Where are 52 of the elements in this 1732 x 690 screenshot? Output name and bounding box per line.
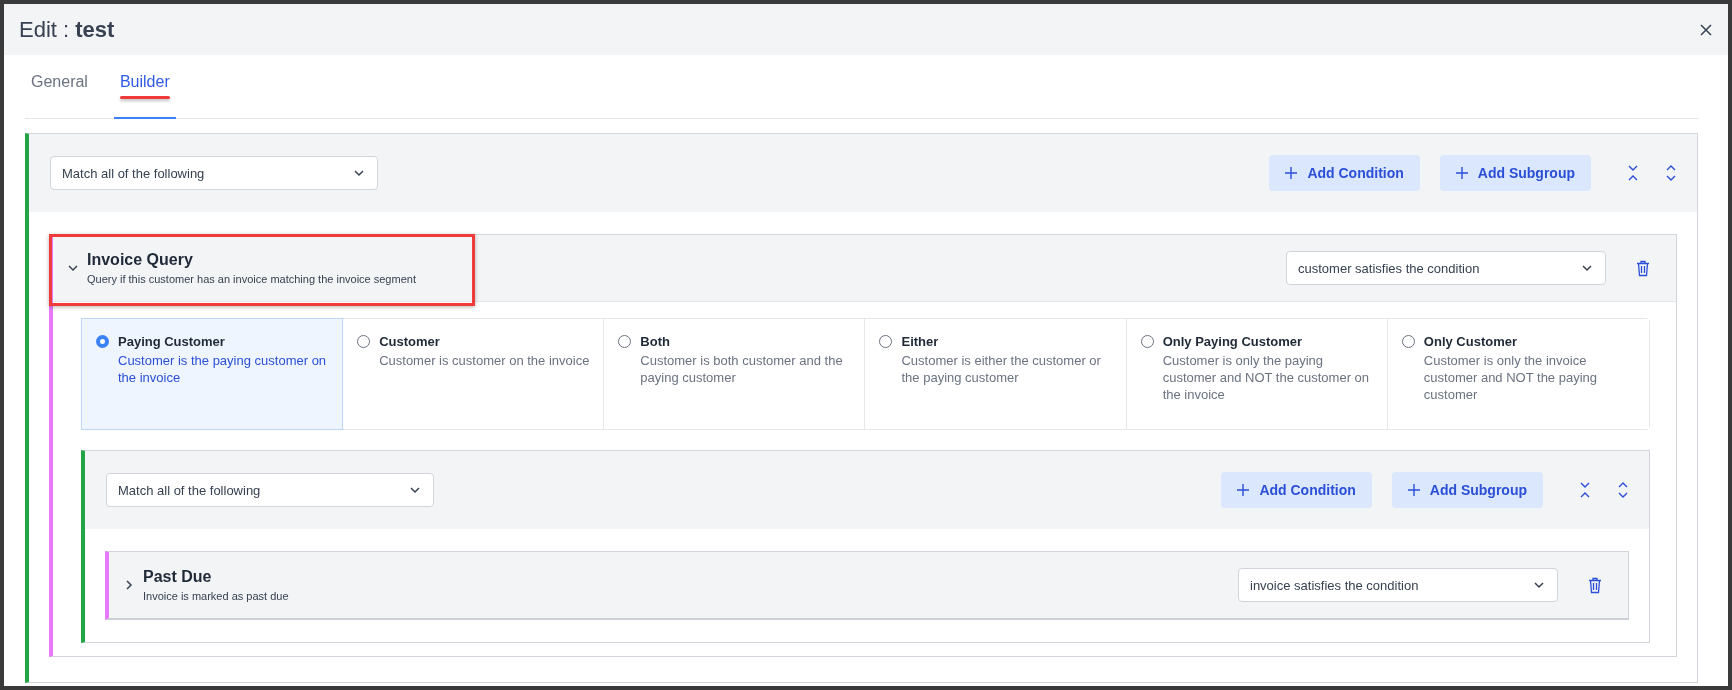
- expand-all-icon[interactable]: [1617, 481, 1629, 499]
- tab[interactable]: General: [25, 73, 94, 119]
- condition-select[interactable]: customer satisfies the condition: [1286, 251, 1606, 285]
- block-description: Invoice is marked as past due: [143, 590, 289, 602]
- block-description: Query if this customer has an invoice matching the invoice segment: [87, 273, 416, 285]
- option-description: Customer is only the paying customer and NOT the customer on the invoice: [1162, 352, 1371, 403]
- match-select[interactable]: Match all of the following: [50, 156, 378, 190]
- radio-option[interactable]: Paying Customer Customer is the paying customer on the invoice: [82, 319, 344, 429]
- plus-icon: [1455, 167, 1468, 179]
- match-select[interactable]: Match all of the following: [106, 473, 434, 507]
- option-label: Customer: [379, 334, 441, 349]
- highlight-underline: [119, 96, 170, 99]
- option-description: Customer is only the invoice customer and NOT the paying customer: [1423, 352, 1598, 403]
- collapse-all-icon[interactable]: [1627, 165, 1639, 181]
- condition-select[interactable]: invoice satisfies the condition: [1238, 568, 1558, 602]
- radio-button[interactable]: [879, 335, 893, 348]
- chevron-down-icon: [1581, 262, 1593, 274]
- chevron-right-icon: [123, 579, 135, 591]
- chevron-down-icon: [353, 167, 365, 179]
- radio-button[interactable]: [357, 335, 371, 348]
- trash-icon[interactable]: [1588, 576, 1602, 594]
- radio-button[interactable]: [96, 335, 109, 348]
- chevron-down-icon: [67, 262, 79, 274]
- chevron-down-icon: [409, 484, 421, 496]
- option-label: Only Paying Customer: [1162, 334, 1304, 349]
- plus-icon: [1237, 484, 1250, 496]
- add-button[interactable]: Add Subgroup: [1439, 155, 1591, 191]
- option-label: Both: [640, 334, 671, 349]
- close-icon[interactable]: [1698, 21, 1714, 38]
- dialog-title: Edit : test: [19, 16, 115, 43]
- add-button[interactable]: Add Condition: [1269, 155, 1420, 191]
- option-description: Customer is both customer and the paying customer: [640, 352, 844, 386]
- radio-button[interactable]: [1140, 335, 1154, 348]
- trash-icon[interactable]: [1636, 259, 1650, 277]
- chevron-down-icon: [1533, 579, 1545, 591]
- expand-all-icon[interactable]: [1665, 164, 1677, 182]
- block-title: Past Due: [143, 568, 213, 586]
- radio-button[interactable]: [618, 335, 632, 348]
- add-button[interactable]: Add Subgroup: [1391, 472, 1543, 508]
- tab[interactable]: Builder: [113, 73, 176, 119]
- option-description: Customer is either the customer or the paying customer: [901, 352, 1102, 386]
- option-description: Customer is the paying customer on the invoice: [118, 352, 328, 386]
- option-label: Paying Customer: [118, 334, 226, 349]
- radio-button[interactable]: [1401, 335, 1415, 348]
- add-button[interactable]: Add Condition: [1221, 472, 1372, 508]
- collapse-all-icon[interactable]: [1579, 482, 1591, 498]
- block-title: Invoice Query: [87, 251, 194, 269]
- plus-icon: [1407, 484, 1420, 496]
- option-label: Only Customer: [1423, 334, 1518, 349]
- option-description: Customer is customer on the invoice: [379, 352, 590, 369]
- option-label: Either: [901, 334, 940, 349]
- plus-icon: [1285, 167, 1298, 179]
